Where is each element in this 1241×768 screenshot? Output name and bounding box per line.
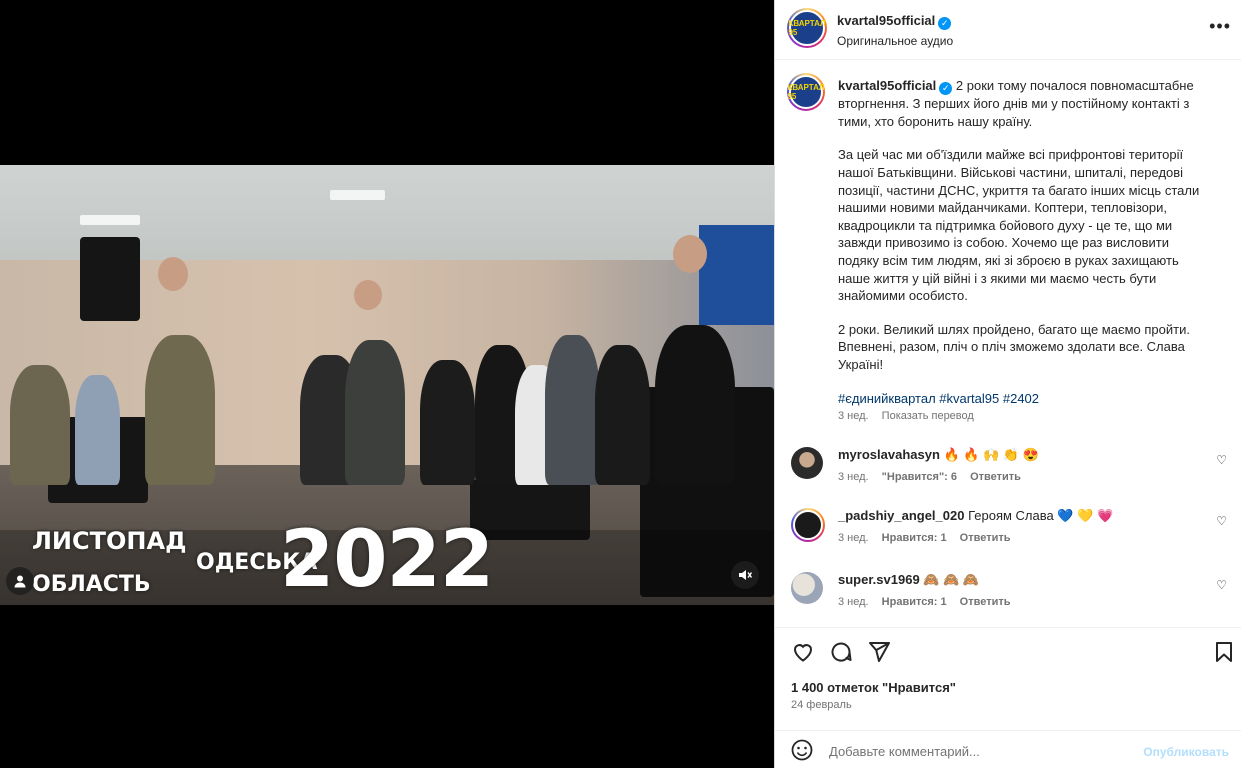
caption-paragraph-2: За цей час ми об'їздили майже всі прифро… xyxy=(838,147,1200,304)
post-caption: kvartal95official ✓ 2 роки тому почалося … xyxy=(838,77,1213,423)
caption-hashtags[interactable]: #єдинийквартал #kvartal95 #2402 xyxy=(838,390,1213,408)
comment-text: 🔥 🔥 🙌 👏 😍 xyxy=(943,447,1039,462)
overlay-year: 2022 xyxy=(280,515,494,605)
video-scene-person xyxy=(145,335,215,485)
header-user-block: kvartal95official ✓ Оригинальное аудио xyxy=(837,12,953,48)
avatar-logo: КВАРТАЛ 95 xyxy=(787,75,825,109)
post-date[interactable]: 24 февраль xyxy=(791,699,852,711)
verified-icon: ✓ xyxy=(939,82,953,96)
caption-paragraph-3: 2 роки. Великий шлях пройдено, багато ще… xyxy=(838,321,1190,373)
comment-meta: 3 нед. Нравится: 1 Ответить xyxy=(838,532,1208,544)
smiley-icon[interactable] xyxy=(791,739,813,767)
video-scene-person xyxy=(10,365,70,485)
comment-reply-button[interactable]: Ответить xyxy=(960,532,1011,544)
comment-input[interactable] xyxy=(829,739,1129,763)
comment-meta: 3 нед. "Нравится": 6 Ответить xyxy=(838,471,1208,483)
commenter-avatar-image xyxy=(793,510,823,540)
comment-icon[interactable] xyxy=(829,640,853,670)
share-icon[interactable] xyxy=(867,640,891,670)
media-area: ЛИСТОПАД ОБЛАСТЬ ОДЕСЬКА 2022 xyxy=(0,0,774,768)
show-translation-link[interactable]: Показать перевод xyxy=(882,410,974,422)
comment-time[interactable]: 3 нед. xyxy=(838,471,869,483)
comment-body: super.sv1969 🙈 🙈 🙈 3 нед. Нравится: 1 От… xyxy=(838,572,1208,608)
video-scene-light xyxy=(330,190,385,200)
comment-heart-icon[interactable]: ♡ xyxy=(1216,578,1227,592)
comment-body: _padshiy_angel_020 Героям Слава 💙 💛 💗 3 … xyxy=(838,508,1208,544)
comment-username[interactable]: myroslavahasyn xyxy=(838,447,940,462)
video-scene-light xyxy=(80,215,140,225)
comment-time[interactable]: 3 нед. xyxy=(838,596,869,608)
video-scene-person xyxy=(545,335,600,485)
post-video[interactable]: ЛИСТОПАД ОБЛАСТЬ ОДЕСЬКА 2022 xyxy=(0,165,774,605)
commenter-avatar[interactable] xyxy=(791,508,825,542)
caption-avatar[interactable]: КВАРТАЛ 95 xyxy=(787,73,825,111)
person-icon[interactable] xyxy=(6,567,34,595)
more-horizontal-icon[interactable]: ••• xyxy=(1209,16,1231,37)
comment-username[interactable]: _padshiy_angel_020 xyxy=(838,508,964,523)
video-scene-person xyxy=(75,375,120,485)
video-scene-speaker xyxy=(80,237,140,321)
post-panel: КВАРТАЛ 95 kvartal95official ✓ Оригинальн… xyxy=(774,0,1241,768)
header-username[interactable]: kvartal95official xyxy=(837,13,935,28)
comment-body: myroslavahasyn 🔥 🔥 🙌 👏 😍 3 нед. "Нравитс… xyxy=(838,447,1208,483)
caption-meta: 3 нед. Показать перевод xyxy=(838,410,984,422)
comment-heart-icon[interactable]: ♡ xyxy=(1216,453,1227,467)
comment-heart-icon[interactable]: ♡ xyxy=(1216,514,1227,528)
commenter-avatar[interactable] xyxy=(791,572,823,604)
action-bar xyxy=(775,627,1241,687)
video-scene-person xyxy=(420,360,475,485)
comment-likes[interactable]: Нравится: 1 xyxy=(882,532,947,544)
overlay-month: ЛИСТОПАД xyxy=(32,527,187,555)
comment-reply-button[interactable]: Ответить xyxy=(970,471,1021,483)
comment-reply-button[interactable]: Ответить xyxy=(960,596,1011,608)
video-scene-sign xyxy=(699,225,774,325)
avatar-logo: КВАРТАЛ 95 xyxy=(788,10,826,46)
comment-likes[interactable]: "Нравится": 6 xyxy=(882,471,957,483)
publish-button[interactable]: Опубликовать xyxy=(1143,745,1229,759)
verified-icon: ✓ xyxy=(938,17,952,30)
comment-meta: 3 нед. Нравится: 1 Ответить xyxy=(838,596,1208,608)
author-avatar[interactable]: КВАРТАЛ 95 xyxy=(787,8,827,48)
video-scene-person xyxy=(595,345,650,485)
bookmark-icon[interactable] xyxy=(1212,640,1236,670)
original-audio-link[interactable]: Оригинальное аудио xyxy=(837,34,953,48)
comment-text: Героям Слава 💙 💛 💗 xyxy=(968,508,1114,523)
comment-likes[interactable]: Нравится: 1 xyxy=(882,596,947,608)
add-comment-bar: Опубликовать xyxy=(775,730,1241,768)
overlay-region: ОБЛАСТЬ xyxy=(32,572,151,597)
caption-paragraph-1: kvartal95official ✓ 2 роки тому почалося … xyxy=(838,77,1213,130)
caption-username[interactable]: kvartal95official xyxy=(838,78,936,93)
video-scene-person xyxy=(345,340,405,485)
video-scene-head xyxy=(158,257,188,291)
video-scene-head xyxy=(354,280,382,310)
heart-icon[interactable] xyxy=(791,640,815,670)
video-scene-head xyxy=(673,235,707,273)
speaker-muted-icon[interactable] xyxy=(731,561,759,589)
comment-time[interactable]: 3 нед. xyxy=(838,532,869,544)
likes-count[interactable]: 1 400 отметок "Нравится" xyxy=(791,680,956,695)
caption-time[interactable]: 3 нед. xyxy=(838,410,869,422)
comment-username[interactable]: super.sv1969 xyxy=(838,572,920,587)
video-scene-person xyxy=(655,325,735,485)
post-header: КВАРТАЛ 95 kvartal95official ✓ Оригинальн… xyxy=(775,0,1241,60)
commenter-avatar[interactable] xyxy=(791,447,823,479)
comment-text: 🙈 🙈 🙈 xyxy=(923,572,980,587)
